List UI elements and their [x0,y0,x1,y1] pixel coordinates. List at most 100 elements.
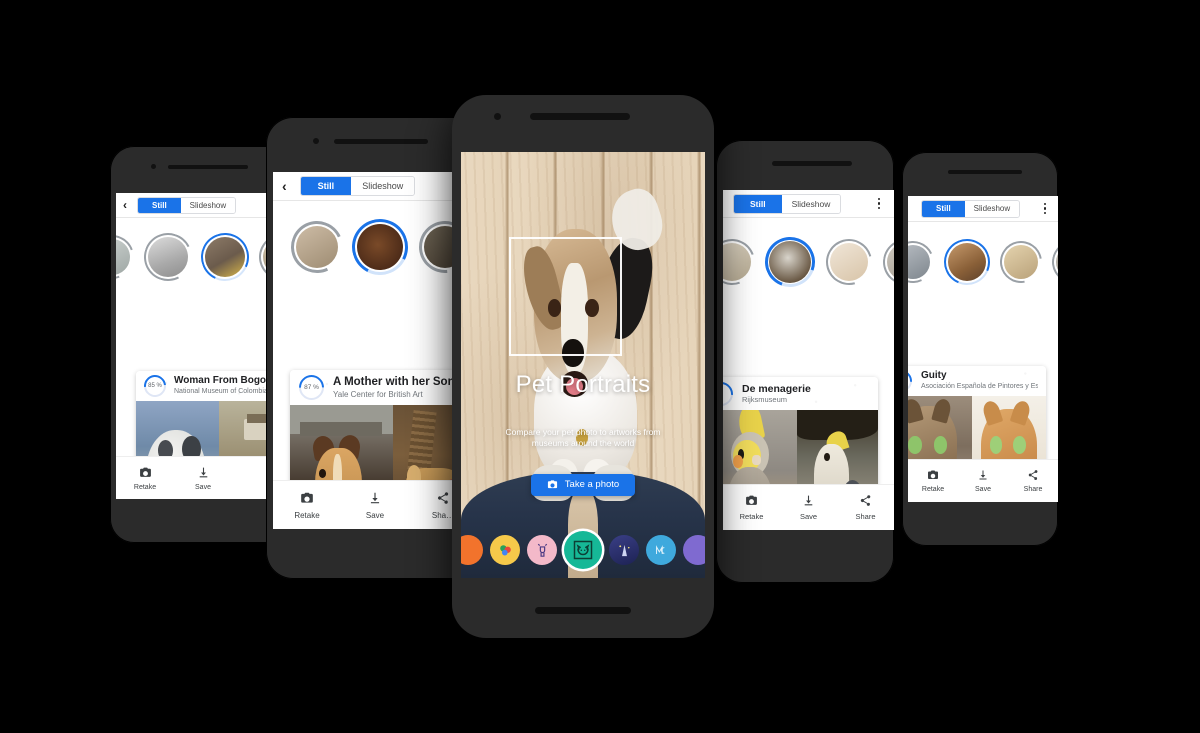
carousel-thumb[interactable] [991,232,1051,292]
match-carousel[interactable] [908,222,1058,302]
match-carousel[interactable] [723,218,894,306]
app-icon-pet-portraits-cat[interactable] [564,531,602,569]
earpiece-speaker [772,161,852,166]
tab-slideshow[interactable]: Slideshow [180,197,236,213]
carousel-thumb[interactable] [137,226,199,288]
share-icon [438,491,449,504]
match-percent-badge [908,366,917,397]
tab-still[interactable]: Still [138,197,181,213]
match-percent-badge: 87 % [293,370,330,406]
save-button[interactable]: Save [958,460,1008,502]
tab-slideshow[interactable]: Slideshow [781,194,841,213]
phone-device-guity: Still Slideshow Guity Asociación Español… [902,152,1058,546]
take-a-photo-button[interactable]: Take a photo [531,473,635,496]
app-icon-deer[interactable] [527,535,557,565]
carousel-thumb[interactable] [908,235,940,289]
match-carousel[interactable] [116,218,290,296]
carousel-thumb[interactable] [817,230,881,294]
back-chevron-icon[interactable]: ‹ [282,178,287,194]
artwork-museum: Asociación Española de Pintores y Escult… [921,383,1038,390]
share-label: Share [855,512,876,521]
tab-still[interactable]: Still [300,177,352,195]
app-icon-eiffel-night[interactable] [609,535,639,565]
front-camera-icon [151,164,156,169]
tab-slideshow[interactable]: Slideshow [351,177,415,195]
carousel-thumb-selected[interactable] [756,228,824,296]
bottom-speaker [535,607,631,614]
share-button[interactable]: Share [837,485,894,530]
app-icon-orange[interactable] [461,535,483,565]
carousel-thumb-ring-active [194,226,256,288]
tab-still[interactable]: Still [734,194,782,213]
camera-icon [301,492,313,503]
hero-subtitle: Compare your pet photo to artworks from … [505,426,661,449]
carousel-thumb-ring [723,231,763,293]
carousel-thumb[interactable] [283,213,351,281]
carousel-thumb-ring [137,226,199,288]
save-button[interactable]: Save [341,481,409,529]
carousel-thumb[interactable] [879,235,894,289]
save-button[interactable]: Save [174,457,232,499]
retake-button[interactable]: Retake [273,481,341,529]
artwork-title: De menagerie [742,382,811,395]
camera-icon [928,470,938,479]
match-carousel[interactable] [273,201,477,293]
tab-still[interactable]: Still [922,200,965,217]
carousel-thumb-selected[interactable] [344,211,416,283]
front-camera-icon [494,113,501,120]
carousel-thumb-selected[interactable] [194,226,256,288]
share-button[interactable]: Share [1008,460,1058,502]
save-label: Save [975,486,991,493]
share-icon [860,495,871,506]
take-a-photo-label: Take a photo [564,479,620,491]
view-mode-tabs[interactable]: Still Slideshow [733,193,842,214]
carousel-thumb-ring-active [344,211,416,283]
app-icon-art-palette[interactable] [490,535,520,565]
app-icon-purple[interactable] [683,535,705,565]
app-icon-monogram[interactable] [646,535,676,565]
carousel-thumb[interactable] [1047,236,1058,288]
screenshot-canvas: ‹ Still Slideshow 85 % Woman From Bogotá… [0,0,1200,733]
retake-button[interactable]: Retake [908,460,958,502]
download-icon [804,495,813,506]
carousel-thumb-selected[interactable] [937,232,997,292]
view-mode-tabs[interactable]: Still Slideshow [137,196,237,214]
carousel-thumb-ring-active [937,232,997,292]
overflow-menu-icon[interactable] [872,196,886,212]
camera-icon [139,467,151,477]
carousel-thumb[interactable] [116,227,142,287]
save-button[interactable]: Save [780,485,837,530]
result-card-header: De menagerie Rijksmuseum [723,377,878,411]
action-bar: Retake Save Sha… [273,480,477,529]
camera-icon [746,495,757,505]
tab-slideshow[interactable]: Slideshow [964,200,1020,217]
phone-device-hero: Pet Portraits Compare your pet photo to … [452,95,714,638]
front-camera-icon [313,138,319,144]
back-chevron-icon[interactable]: ‹ [123,198,127,212]
phone-screen-hero: Pet Portraits Compare your pet photo to … [461,152,705,578]
view-mode-tabs[interactable]: Still Slideshow [921,199,1021,218]
result-card-header: Guity Asociación Española de Pintores y … [908,366,1046,397]
earpiece-speaker [948,170,1022,174]
phone-screen-guity: Still Slideshow Guity Asociación Español… [908,196,1058,502]
download-icon [979,470,987,480]
carousel-thumb[interactable] [723,231,763,293]
action-bar: Retake Save Share [908,459,1058,502]
retake-button[interactable]: Retake [723,485,780,530]
match-percent-badge [723,377,738,411]
action-bar: Retake Save Share [723,484,894,530]
match-percent-ring [293,370,330,406]
retake-label: Retake [294,510,320,520]
match-percent-ring [908,366,917,397]
experiment-carousel[interactable] [461,531,705,569]
artwork-title: Guity [921,370,947,381]
overflow-menu-icon[interactable] [1039,201,1051,216]
view-mode-tabs[interactable]: Still Slideshow [299,176,416,196]
retake-button[interactable]: Retake [116,457,174,499]
hero-title: Pet Portraits [515,371,651,399]
artwork-museum: Rijksmuseum [742,394,788,404]
carousel-thumb-ring [991,232,1051,292]
save-label: Save [195,483,211,491]
match-percent-badge: 85 % [139,371,171,402]
save-label: Save [799,512,818,521]
